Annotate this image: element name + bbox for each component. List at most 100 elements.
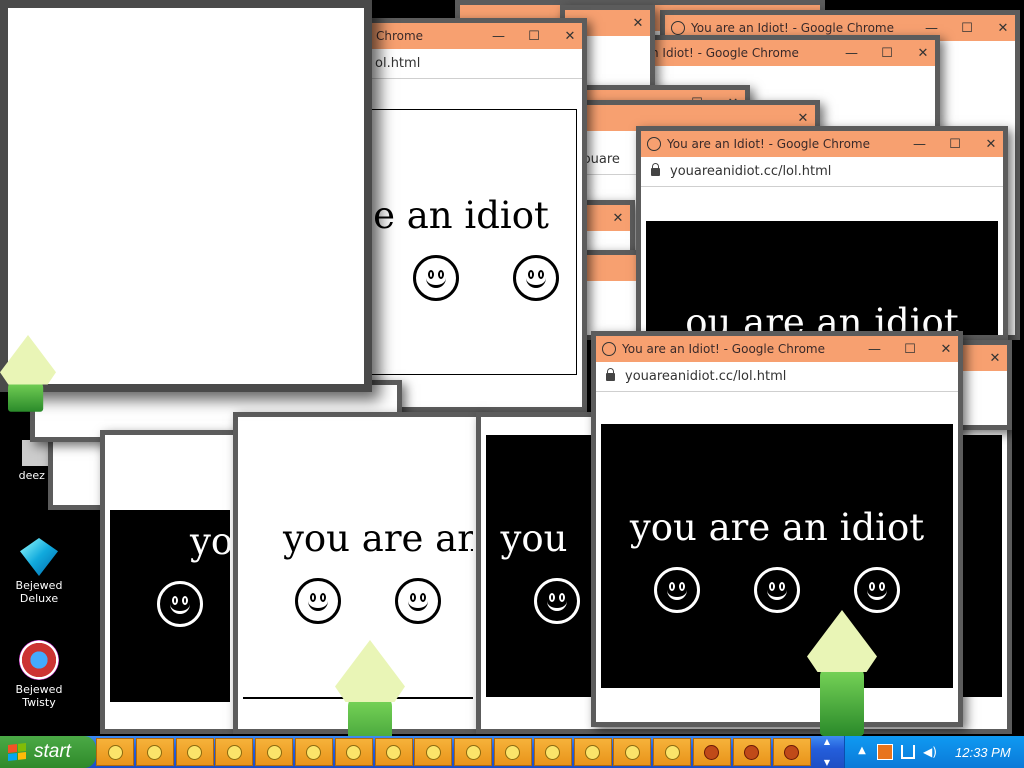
bejeweled-twist-icon	[19, 640, 59, 680]
taskbar-window-button[interactable]	[414, 738, 453, 766]
taskbar-window-button[interactable]	[255, 738, 294, 766]
character-sprite	[0, 335, 56, 412]
volume-icon[interactable]: ◀)	[923, 745, 937, 759]
page-content: ou are an idiot	[646, 221, 998, 335]
taskbar-window-button[interactable]	[215, 738, 254, 766]
title-bar[interactable]: You are an Idiot! - Google Chrome — ☐ ✕	[641, 131, 1003, 157]
smiley-icon	[395, 578, 441, 624]
character-sprite	[802, 610, 882, 736]
java-update-icon[interactable]	[877, 744, 893, 760]
close-button[interactable]: ✕	[917, 46, 929, 61]
popup-window[interactable]: you	[100, 430, 240, 734]
taskbar-buttons	[96, 737, 820, 767]
minimize-button[interactable]: —	[925, 21, 938, 36]
taskbar-window-button[interactable]	[454, 738, 493, 766]
smiley-icon	[346, 744, 362, 760]
maximize-button[interactable]: ☐	[881, 46, 893, 61]
system-tray: ▲ ◀) 12:33 PM	[844, 736, 1024, 768]
smiley-icon	[505, 744, 521, 760]
smiley-icon	[413, 255, 459, 301]
taskbar-scroll[interactable]: ▲ ▼	[820, 737, 834, 767]
smiley-icon	[465, 744, 481, 760]
maximize-button[interactable]: ☐	[961, 21, 973, 36]
minimize-button[interactable]: —	[492, 29, 505, 44]
taskbar-window-button[interactable]	[135, 738, 174, 766]
smiley-icon	[306, 744, 322, 760]
desktop-icon-bejeweled-twisty[interactable]: Bejewed Twisty	[2, 640, 76, 709]
popup-window-focused[interactable]: You are an Idiot! - Google Chrome — ☐ ✕ yo…	[591, 331, 963, 727]
smiley-icon	[854, 567, 900, 613]
show-hidden-icons-icon[interactable]: ▲	[855, 745, 869, 759]
taskbar-window-button[interactable]	[772, 738, 811, 766]
taskbar-window-button[interactable]	[533, 738, 572, 766]
minimize-button[interactable]: —	[868, 342, 881, 357]
taskbar-window-button[interactable]	[96, 738, 134, 766]
taskbar-window-button[interactable]	[334, 738, 373, 766]
smiley-row	[601, 567, 953, 613]
smiley-icon	[664, 744, 680, 760]
smiley-row	[263, 578, 473, 624]
close-button[interactable]: ✕	[612, 211, 624, 226]
taskbar-window-button[interactable]	[692, 738, 731, 766]
scroll-down-icon[interactable]: ▼	[820, 758, 834, 767]
smiley-icon	[157, 581, 203, 627]
close-button[interactable]: ✕	[940, 342, 952, 357]
title-bar[interactable]: n Idiot! - Google Chrome — ☐ ✕	[645, 40, 935, 66]
scroll-up-icon[interactable]: ▲	[820, 737, 834, 746]
taskbar-window-button[interactable]	[294, 738, 333, 766]
address-bar[interactable]: youareanidiot.cc/lol.html	[596, 362, 958, 392]
smiley-icon	[266, 744, 282, 760]
taskbar-window-button[interactable]	[613, 738, 652, 766]
smiley-icon	[534, 578, 580, 624]
page-content: you	[110, 510, 230, 702]
maximize-button[interactable]: ☐	[904, 342, 916, 357]
smiley-icon	[654, 567, 700, 613]
network-icon[interactable]	[901, 745, 915, 759]
close-button[interactable]: ✕	[632, 16, 644, 31]
taskbar-window-button[interactable]	[653, 738, 692, 766]
smiley-icon	[754, 567, 800, 613]
smiley-icon	[671, 21, 685, 35]
smiley-icon	[386, 744, 402, 760]
popup-window[interactable]: You are an Idiot! - Google Chrome — ☐ ✕ yo…	[636, 126, 1008, 340]
taskbar-window-button[interactable]	[573, 738, 612, 766]
start-button[interactable]: start	[0, 736, 96, 768]
smiley-icon	[513, 255, 559, 301]
desktop-icon-label: Bejewed Twisty	[15, 683, 63, 709]
maximize-button[interactable]: ☐	[949, 137, 961, 152]
smiley-icon	[226, 744, 242, 760]
smiley-icon	[147, 744, 163, 760]
desktop-icon-bejeweled-deluxe[interactable]: Bejewed Deluxe	[2, 538, 76, 605]
taskbar-window-button[interactable]	[493, 738, 532, 766]
lock-icon	[606, 367, 615, 381]
smiley-icon	[585, 744, 601, 760]
smiley-row	[396, 255, 576, 301]
taskbar-window-button[interactable]	[732, 738, 771, 766]
taskbar: start ▲ ▼ ▲ ◀) 12:33 PM	[0, 736, 1024, 768]
close-button[interactable]: ✕	[797, 111, 809, 126]
clock[interactable]: 12:33 PM	[955, 745, 1011, 760]
smiley-icon	[295, 578, 341, 624]
smiley-icon	[187, 744, 203, 760]
chrome-icon	[784, 744, 800, 760]
smiley-icon	[624, 744, 640, 760]
close-button[interactable]: ✕	[989, 351, 1001, 366]
address-bar[interactable]: youareanidiot.cc/lol.html	[641, 157, 1003, 187]
desktop-icon-label: Bejewed Deluxe	[15, 579, 63, 605]
character-sprite	[330, 640, 410, 736]
smiley-row	[110, 581, 230, 627]
taskbar-window-button[interactable]	[374, 738, 413, 766]
smiley-icon	[425, 744, 441, 760]
minimize-button[interactable]: —	[913, 137, 926, 152]
close-button[interactable]: ✕	[564, 29, 576, 44]
lock-icon	[651, 162, 660, 176]
title-bar[interactable]: You are an Idiot! - Google Chrome — ☐ ✕	[596, 336, 958, 362]
popup-window-blank[interactable]	[0, 0, 372, 392]
close-button[interactable]: ✕	[985, 137, 997, 152]
smiley-icon	[545, 744, 561, 760]
maximize-button[interactable]: ☐	[528, 29, 540, 44]
chrome-icon	[744, 744, 760, 760]
taskbar-window-button[interactable]	[175, 738, 214, 766]
minimize-button[interactable]: —	[845, 46, 858, 61]
close-button[interactable]: ✕	[997, 21, 1009, 36]
